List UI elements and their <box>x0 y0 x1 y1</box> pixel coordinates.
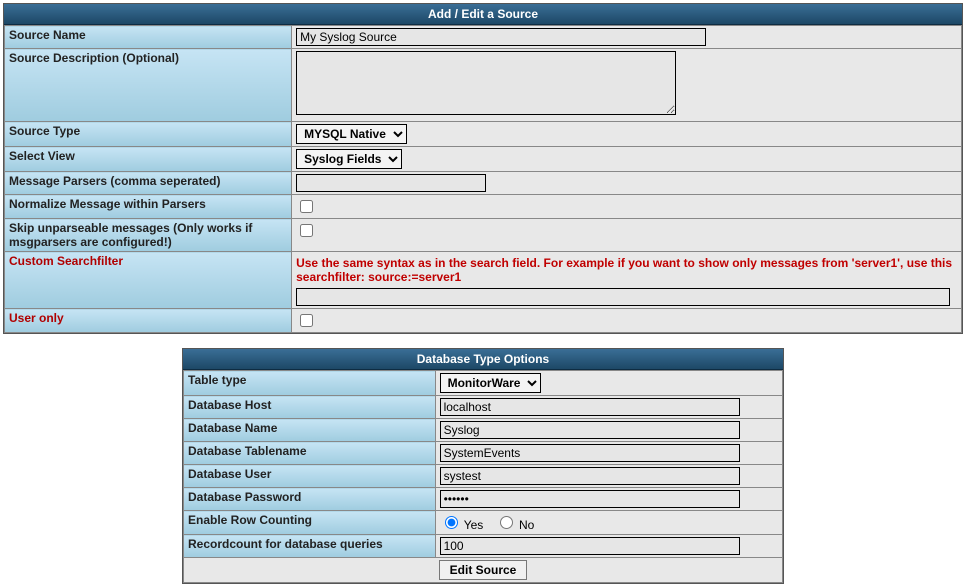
add-edit-source-panel: Add / Edit a Source Source Name Source D… <box>3 3 963 334</box>
normalize-label: Normalize Message within Parsers <box>5 195 292 219</box>
table-type-cell: MonitorWare <box>435 371 782 396</box>
db-table-input[interactable] <box>440 444 740 462</box>
db-user-input[interactable] <box>440 467 740 485</box>
custom-filter-input[interactable] <box>296 288 950 306</box>
source-name-cell <box>292 26 962 49</box>
source-desc-cell <box>292 49 962 122</box>
row-count-cell: Yes No <box>435 511 782 535</box>
custom-filter-hint: Use the same syntax as in the search fie… <box>296 254 957 288</box>
db-pass-input[interactable] <box>440 490 740 508</box>
source-type-select[interactable]: MYSQL Native <box>296 124 407 144</box>
select-view-label: Select View <box>5 147 292 172</box>
db-name-label: Database Name <box>184 419 436 442</box>
row-count-label: Enable Row Counting <box>184 511 436 535</box>
source-type-label: Source Type <box>5 122 292 147</box>
source-name-input[interactable] <box>296 28 706 46</box>
rec-count-cell <box>435 535 782 558</box>
db-host-cell <box>435 396 782 419</box>
user-only-cell <box>292 309 962 333</box>
row-count-no-label[interactable]: No <box>495 518 535 532</box>
row-count-yes-text: Yes <box>464 518 484 532</box>
db-options-form: Table type MonitorWare Database Host Dat… <box>183 370 783 583</box>
select-view-select[interactable]: Syslog Fields <box>296 149 402 169</box>
skip-unparseable-checkbox[interactable] <box>300 224 313 237</box>
row-count-no-text: No <box>519 518 534 532</box>
normalize-cell <box>292 195 962 219</box>
db-name-cell <box>435 419 782 442</box>
db-host-input[interactable] <box>440 398 740 416</box>
msg-parsers-input[interactable] <box>296 174 486 192</box>
db-options-panel: Database Type Options Table type Monitor… <box>182 348 784 584</box>
select-view-cell: Syslog Fields <box>292 147 962 172</box>
table-type-label: Table type <box>184 371 436 396</box>
skip-unparseable-label: Skip unparseable messages (Only works if… <box>5 219 292 252</box>
row-count-yes-label[interactable]: Yes <box>440 518 487 532</box>
custom-filter-label: Custom Searchfilter <box>5 252 292 309</box>
rec-count-input[interactable] <box>440 537 740 555</box>
button-row <box>184 558 783 583</box>
user-only-label: User only <box>5 309 292 333</box>
row-count-yes-radio[interactable] <box>445 516 458 529</box>
custom-filter-cell: Use the same syntax as in the search fie… <box>292 252 962 309</box>
db-table-label: Database Tablename <box>184 442 436 465</box>
db-user-label: Database User <box>184 465 436 488</box>
row-count-no-radio[interactable] <box>500 516 513 529</box>
user-only-checkbox[interactable] <box>300 314 313 327</box>
skip-unparseable-cell <box>292 219 962 252</box>
panel-title: Add / Edit a Source <box>4 4 962 25</box>
db-host-label: Database Host <box>184 396 436 419</box>
db-table-cell <box>435 442 782 465</box>
msg-parsers-cell <box>292 172 962 195</box>
edit-source-button[interactable] <box>439 560 528 580</box>
source-type-cell: MYSQL Native <box>292 122 962 147</box>
source-desc-textarea[interactable] <box>296 51 676 115</box>
msg-parsers-label: Message Parsers (comma seperated) <box>5 172 292 195</box>
db-pass-cell <box>435 488 782 511</box>
db-name-input[interactable] <box>440 421 740 439</box>
table-type-select[interactable]: MonitorWare <box>440 373 541 393</box>
normalize-checkbox[interactable] <box>300 200 313 213</box>
rec-count-label: Recordcount for database queries <box>184 535 436 558</box>
source-name-label: Source Name <box>5 26 292 49</box>
db-pass-label: Database Password <box>184 488 436 511</box>
db-panel-title: Database Type Options <box>183 349 783 370</box>
source-form: Source Name Source Description (Optional… <box>4 25 962 333</box>
db-user-cell <box>435 465 782 488</box>
source-desc-label: Source Description (Optional) <box>5 49 292 122</box>
